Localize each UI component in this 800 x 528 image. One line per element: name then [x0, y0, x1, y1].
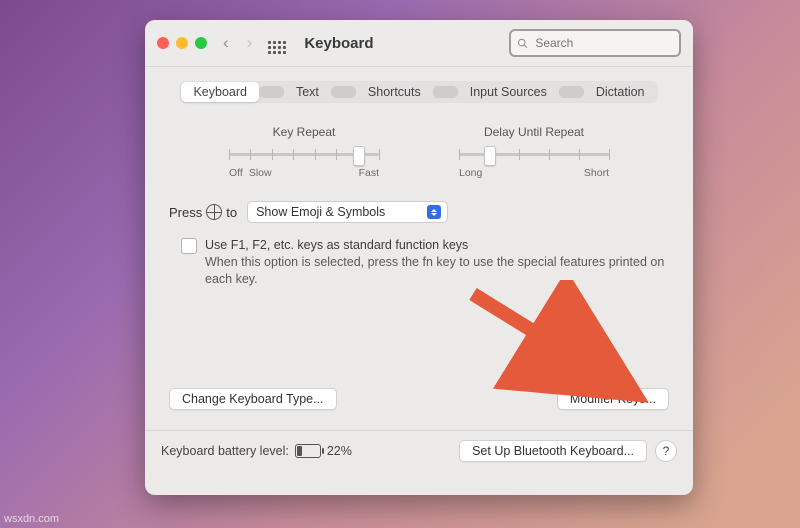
show-all-icon[interactable] — [268, 32, 286, 54]
globe-icon — [206, 204, 222, 220]
keyboard-tabs: Keyboard Text Shortcuts Input Sources Dictat… — [145, 81, 693, 103]
fn-keys-checkbox[interactable] — [181, 238, 197, 254]
key-repeat-off-label: Off — [229, 167, 243, 179]
key-repeat-group: Key Repeat Off Slow Fast — [219, 125, 389, 179]
press-label: Press — [169, 205, 202, 220]
battery-percent: 22% — [327, 444, 352, 458]
slider-knob[interactable] — [484, 146, 496, 166]
preferences-window: ‹ › Keyboard Keyboard Text Shortcuts Input … — [145, 20, 693, 495]
search-field[interactable] — [509, 29, 681, 57]
tab-input-sources[interactable]: Input Sources — [458, 82, 559, 102]
tab-text[interactable]: Text — [284, 82, 331, 102]
watermark-text: wsxdn.com — [4, 513, 59, 525]
delay-long-label: Long — [459, 167, 482, 179]
help-button[interactable]: ? — [655, 440, 677, 462]
key-repeat-slow-label: Slow — [249, 167, 272, 179]
change-keyboard-type-button[interactable]: Change Keyboard Type... — [169, 388, 337, 410]
globe-key-row: Press to Show Emoji & Symbols — [169, 201, 693, 223]
tab-shortcuts[interactable]: Shortcuts — [356, 82, 433, 102]
annotation-arrow-icon — [455, 280, 675, 440]
key-repeat-label: Key Repeat — [273, 125, 336, 139]
fn-keys-title: Use F1, F2, etc. keys as standard functi… — [205, 237, 669, 254]
back-button[interactable]: ‹ — [221, 33, 231, 53]
forward-button[interactable]: › — [245, 33, 255, 53]
key-repeat-fast-label: Fast — [359, 167, 379, 179]
battery-icon — [295, 444, 321, 458]
tab-dictation[interactable]: Dictation — [584, 82, 657, 102]
close-window-button[interactable] — [157, 37, 169, 49]
delay-repeat-label: Delay Until Repeat — [484, 125, 584, 139]
delay-repeat-slider[interactable] — [459, 147, 609, 163]
window-footer: Keyboard battery level: 22% Set Up Bluet… — [161, 440, 677, 462]
delay-repeat-group: Delay Until Repeat Long Short — [449, 125, 619, 179]
fn-keys-option: Use F1, F2, etc. keys as standard functi… — [181, 237, 669, 288]
modifier-keys-button[interactable]: Modifier Keys... — [557, 388, 669, 410]
fn-keys-desc: When this option is selected, press the … — [205, 254, 669, 288]
to-label: to — [226, 205, 237, 220]
sliders-row: Key Repeat Off Slow Fast Delay Until Rep… — [145, 125, 693, 179]
traffic-lights — [157, 37, 207, 49]
battery-level-label: Keyboard battery level: — [161, 444, 289, 458]
globe-action-popup[interactable]: Show Emoji & Symbols — [247, 201, 448, 223]
slider-knob[interactable] — [353, 146, 365, 166]
setup-bluetooth-keyboard-button[interactable]: Set Up Bluetooth Keyboard... — [459, 440, 647, 462]
window-toolbar: ‹ › Keyboard — [145, 20, 693, 67]
window-title: Keyboard — [304, 35, 373, 52]
footer-separator — [145, 430, 693, 431]
key-repeat-slider[interactable] — [229, 147, 379, 163]
delay-short-label: Short — [584, 167, 609, 179]
minimize-window-button[interactable] — [176, 37, 188, 49]
popup-stepper-icon — [427, 205, 441, 219]
search-icon — [517, 37, 528, 50]
search-input[interactable] — [533, 35, 673, 51]
tab-keyboard[interactable]: Keyboard — [181, 82, 259, 102]
zoom-window-button[interactable] — [195, 37, 207, 49]
globe-action-value: Show Emoji & Symbols — [256, 205, 385, 219]
